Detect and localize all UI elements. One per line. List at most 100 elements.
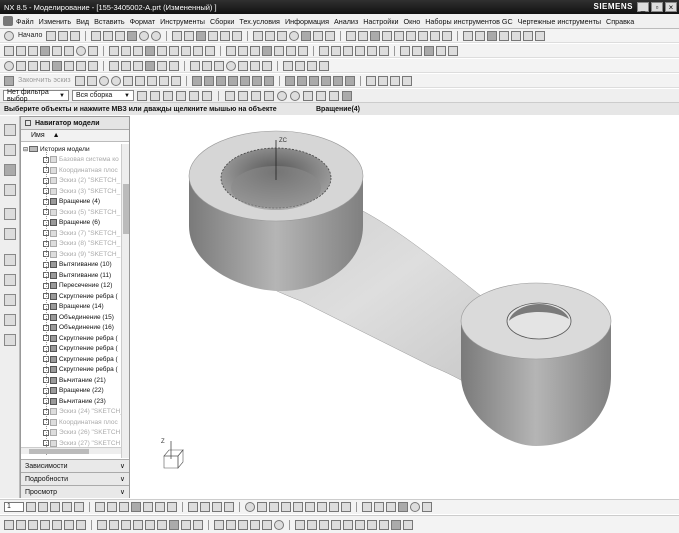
bom-icon[interactable] <box>487 30 498 41</box>
edit-cross-section-icon[interactable] <box>262 519 272 530</box>
boss-icon[interactable] <box>220 30 231 41</box>
orient-view-icon[interactable] <box>245 502 255 512</box>
cut-icon[interactable] <box>91 30 102 41</box>
section-icon[interactable] <box>418 30 429 41</box>
point-icon[interactable] <box>40 45 50 56</box>
tree-item[interactable]: Скругление ребра ( <box>21 333 121 344</box>
tree-item[interactable]: Вращение (4) <box>21 197 121 208</box>
menu-format[interactable]: Формат <box>130 17 156 26</box>
partial-shading-icon[interactable] <box>398 502 408 512</box>
bottom-view-icon[interactable] <box>317 502 327 512</box>
system-scenes-icon[interactable] <box>4 314 16 326</box>
spline-icon[interactable] <box>343 45 353 56</box>
web-browser-icon[interactable] <box>4 208 16 220</box>
shell-body-icon[interactable] <box>214 519 224 530</box>
through-curves-icon[interactable] <box>4 60 14 71</box>
show-hide-icon[interactable] <box>190 60 200 71</box>
redo-icon[interactable] <box>151 30 162 41</box>
table-icon[interactable] <box>475 30 486 41</box>
label-chamfer-icon[interactable] <box>295 519 305 530</box>
curve-icon[interactable] <box>355 45 365 56</box>
offset-edge-icon[interactable] <box>379 519 389 530</box>
edit-section-icon[interactable] <box>355 519 365 530</box>
layer-settings-icon[interactable] <box>26 502 36 512</box>
make-symmetric-icon[interactable] <box>133 519 143 530</box>
bounded-plane-icon[interactable] <box>52 60 62 71</box>
wcs-dynamics-icon[interactable] <box>295 60 305 71</box>
paste-icon[interactable] <box>115 30 126 41</box>
quick-trim-icon[interactable] <box>191 75 202 86</box>
pull-face-icon[interactable] <box>16 519 26 530</box>
extrude-icon[interactable] <box>184 30 195 41</box>
detail-feature-icon[interactable] <box>343 519 353 530</box>
tree-item[interactable]: Вычитание (23) <box>21 396 121 407</box>
part-model-view[interactable]: ZC Z <box>131 116 679 498</box>
auto-constrain-icon[interactable] <box>344 75 355 86</box>
analysis-icon[interactable] <box>382 30 393 41</box>
tree-item[interactable]: Вытягивание (11) <box>21 270 121 281</box>
animate-dimension-icon[interactable] <box>401 75 412 86</box>
measure-distance-icon[interactable] <box>95 502 105 512</box>
chevron-down-icon[interactable]: ∨ <box>120 475 125 483</box>
select-icon[interactable] <box>358 30 369 41</box>
tree-item[interactable]: Эскиз (24) "SKETCH_ <box>21 407 121 418</box>
shell-icon[interactable] <box>169 45 179 56</box>
layer-icon[interactable] <box>325 30 336 41</box>
tree-item[interactable]: Эскиз (26) "SKETCH <box>21 428 121 439</box>
face-blend-icon[interactable] <box>88 60 98 71</box>
iso-view-icon[interactable] <box>293 502 303 512</box>
thicken-icon[interactable] <box>133 60 143 71</box>
feature-select-icon[interactable] <box>163 90 173 101</box>
wireframe-icon[interactable] <box>313 30 324 41</box>
studio-spline-icon[interactable] <box>158 75 169 86</box>
untrim-icon[interactable] <box>157 60 167 71</box>
scroll-thumb[interactable] <box>29 449 89 454</box>
wcs-rotate-icon[interactable] <box>307 60 317 71</box>
history-icon[interactable] <box>4 228 16 240</box>
undo-icon[interactable] <box>139 30 150 41</box>
edge-blend-icon[interactable] <box>145 45 155 56</box>
copy-face-icon[interactable] <box>76 519 86 530</box>
face-analysis-icon[interactable] <box>188 502 198 512</box>
translucency-icon[interactable] <box>262 60 272 71</box>
menu-help[interactable]: Справка <box>606 17 634 26</box>
resize-blend-icon[interactable] <box>52 519 62 530</box>
process-studio-icon[interactable] <box>4 274 16 286</box>
tree-item[interactable]: Вращение (22) <box>21 386 121 397</box>
tree-item[interactable]: Скругление ребра ( <box>21 291 121 302</box>
zoom-icon[interactable] <box>265 30 276 41</box>
quick-extend-icon[interactable] <box>203 75 214 86</box>
tree-item[interactable]: Эскиз (2) "SKETCH_ <box>21 176 121 187</box>
back-view-icon[interactable] <box>329 502 339 512</box>
copy-to-layer-icon[interactable] <box>62 502 72 512</box>
snap-icon[interactable] <box>346 30 357 41</box>
color-icon[interactable] <box>442 30 453 41</box>
show-all-icon[interactable] <box>214 60 224 71</box>
tree-item[interactable]: Вращение (6) <box>21 218 121 229</box>
selection-scope-dropdown[interactable]: Вся сборка ▼ <box>72 90 134 101</box>
menu-view[interactable]: Вид <box>76 17 89 26</box>
create-inferred-icon[interactable] <box>377 75 388 86</box>
project-curve-icon[interactable] <box>367 45 377 56</box>
chevron-down-icon[interactable]: ∨ <box>120 462 125 470</box>
sphere-icon[interactable] <box>76 45 86 56</box>
face-analysis-render-icon[interactable] <box>386 502 396 512</box>
shell-face-icon[interactable] <box>226 519 236 530</box>
general-selection-icon[interactable] <box>137 90 147 101</box>
layer-category-icon[interactable] <box>74 502 84 512</box>
pan-icon[interactable] <box>277 30 288 41</box>
inferred-constraints-icon[interactable] <box>365 75 376 86</box>
finish-sketch-icon[interactable] <box>4 75 14 86</box>
work-layer-field[interactable]: 1 <box>4 502 24 512</box>
trimmed-sheet-icon[interactable] <box>145 60 155 71</box>
navigator-vertical-scrollbar[interactable] <box>121 144 129 458</box>
make-perpendicular-icon[interactable] <box>157 519 167 530</box>
tree-item[interactable]: Скругление ребра ( <box>21 354 121 365</box>
make-corner-icon[interactable] <box>215 75 226 86</box>
draft-icon[interactable] <box>181 45 191 56</box>
show-constraints-icon[interactable] <box>308 75 319 86</box>
sketch-point-icon[interactable] <box>170 75 181 86</box>
tree-item[interactable]: Объединение (16) <box>21 323 121 334</box>
thread-icon[interactable] <box>250 45 260 56</box>
label-blend-icon[interactable] <box>307 519 317 530</box>
